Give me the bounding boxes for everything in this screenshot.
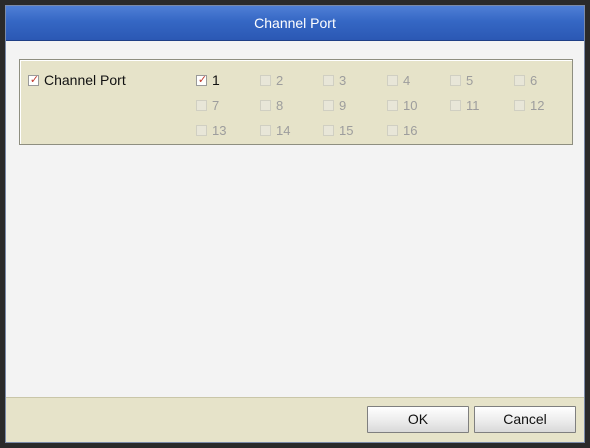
channel-checkbox-3[interactable]: 3	[323, 72, 346, 88]
channel-label: 10	[403, 97, 418, 113]
channel-label: 15	[339, 122, 354, 138]
ok-button[interactable]: OK	[367, 406, 469, 433]
checkmark-icon: ✓	[197, 73, 208, 86]
channel-label: 2	[276, 72, 284, 88]
channel-label: 16	[403, 122, 418, 138]
channel-checkbox-16[interactable]: 16	[387, 122, 417, 138]
channel-label: 9	[339, 97, 347, 113]
checkbox-box[interactable]	[196, 99, 207, 111]
channel-checkbox-4[interactable]: 4	[387, 72, 410, 88]
channel-checkbox-11[interactable]: 11	[450, 97, 480, 113]
channel-label: 12	[530, 97, 545, 113]
checkbox-box[interactable]	[196, 124, 207, 136]
dialog-title: Channel Port	[6, 6, 584, 41]
channel-label: 6	[530, 72, 538, 88]
checkbox-box[interactable]	[450, 74, 461, 86]
checkmark-icon: ✓	[29, 73, 40, 86]
channel-checkbox-9[interactable]: 9	[323, 97, 346, 113]
channel-checkbox-13[interactable]: 13	[196, 122, 226, 138]
checkbox-box[interactable]	[450, 99, 461, 111]
channel-port-panel: ✓ Channel Port ✓ 1 2 3 4 5 6 7 8 9 10 11 12 13 14 15 16	[19, 59, 573, 145]
checkbox-box[interactable]	[323, 99, 334, 111]
channel-checkbox-1[interactable]: ✓ 1	[196, 72, 220, 88]
checkbox-box[interactable]	[323, 124, 334, 136]
checkbox-box[interactable]	[260, 74, 271, 86]
channel-label: 14	[276, 122, 291, 138]
channel-label: 4	[403, 72, 411, 88]
channel-port-dialog: Channel Port ✓ Channel Port ✓ 1 2 3 4 5 6 7 8 9 10…	[5, 5, 585, 443]
channel-port-label: Channel Port	[44, 72, 126, 88]
dialog-footer: OK Cancel	[6, 397, 584, 442]
channel-checkbox-6[interactable]: 6	[514, 72, 537, 88]
checkbox-box[interactable]	[514, 99, 525, 111]
channel-label: 13	[212, 122, 227, 138]
checkbox-box[interactable]: ✓	[196, 73, 208, 86]
checkbox-box[interactable]	[323, 74, 334, 86]
channel-checkbox-2[interactable]: 2	[260, 72, 283, 88]
checkbox-box[interactable]	[387, 74, 398, 86]
checkbox-box[interactable]	[514, 74, 525, 86]
channel-label: 1	[212, 72, 220, 88]
channel-checkbox-10[interactable]: 10	[387, 97, 417, 113]
checkbox-box[interactable]	[387, 124, 398, 136]
channel-port-checkbox[interactable]: ✓	[28, 73, 40, 86]
channel-checkbox-15[interactable]: 15	[323, 122, 353, 138]
channel-checkbox-7[interactable]: 7	[196, 97, 219, 113]
cancel-button[interactable]: Cancel	[474, 406, 576, 433]
channel-checkbox-12[interactable]: 12	[514, 97, 544, 113]
channel-port-master[interactable]: ✓ Channel Port	[28, 72, 126, 88]
checkbox-box[interactable]	[260, 99, 271, 111]
channel-checkbox-8[interactable]: 8	[260, 97, 283, 113]
channel-label: 11	[466, 97, 480, 113]
channel-checkbox-14[interactable]: 14	[260, 122, 290, 138]
checkbox-box[interactable]	[387, 99, 398, 111]
channel-label: 5	[466, 72, 474, 88]
channel-checkbox-5[interactable]: 5	[450, 72, 473, 88]
dialog-body: ✓ Channel Port ✓ 1 2 3 4 5 6 7 8 9 10 11 12 13 14 15 16	[6, 41, 584, 398]
channel-label: 8	[276, 97, 284, 113]
channel-label: 3	[339, 72, 347, 88]
channel-label: 7	[212, 97, 220, 113]
checkbox-box[interactable]	[260, 124, 271, 136]
